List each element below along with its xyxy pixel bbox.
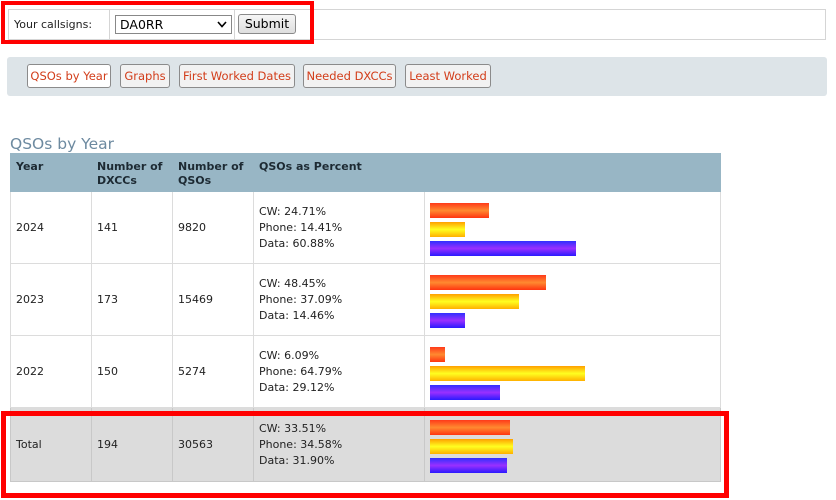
data-bar bbox=[430, 384, 500, 400]
table-row: 2022 150 5274 CW: 6.09% Phone: 64.79% Da… bbox=[10, 335, 721, 408]
cell-year: 2023 bbox=[10, 263, 92, 336]
cell-percent: CW: 24.71% Phone: 14.41% Data: 60.88% bbox=[253, 191, 425, 264]
report-nav: QSOs by Year Graphs First Worked Dates N… bbox=[7, 57, 827, 96]
cw-percent: CW: 6.09% bbox=[259, 348, 320, 362]
cell-bars bbox=[424, 335, 721, 408]
phone-bar bbox=[430, 221, 465, 237]
header-bars bbox=[424, 153, 721, 192]
table-row: 2023 173 15469 CW: 48.45% Phone: 37.09% … bbox=[10, 263, 721, 336]
header-year: Year bbox=[10, 153, 92, 192]
header-percent: QSOs as Percent bbox=[253, 153, 425, 192]
table-row: 2024 141 9820 CW: 24.71% Phone: 14.41% D… bbox=[10, 191, 721, 264]
cell-qsos: 15469 bbox=[172, 263, 254, 336]
percent-bars bbox=[430, 345, 715, 400]
table-header-row: Year Number of DXCCs Number of QSOs QSOs… bbox=[10, 153, 721, 192]
cell-year: 2022 bbox=[10, 335, 92, 408]
phone-percent: Phone: 14.41% bbox=[259, 220, 343, 234]
cell-year: 2024 bbox=[10, 191, 92, 264]
nav-least-worked[interactable]: Least Worked bbox=[405, 64, 491, 88]
cell-bars bbox=[424, 191, 721, 264]
percent-bars bbox=[430, 273, 715, 328]
highlight-box-total-row bbox=[1, 411, 729, 498]
phone-bar bbox=[430, 293, 519, 309]
data-percent: Data: 60.88% bbox=[259, 236, 335, 250]
cell-dxccs: 150 bbox=[91, 335, 173, 408]
cw-bar bbox=[430, 346, 445, 362]
section-title: QSOs by Year bbox=[10, 134, 114, 153]
data-bar bbox=[430, 240, 576, 256]
nav-qsos-by-year[interactable]: QSOs by Year bbox=[27, 64, 111, 88]
data-percent: Data: 14.46% bbox=[259, 308, 335, 322]
cell-bars bbox=[424, 263, 721, 336]
cw-bar bbox=[430, 274, 546, 290]
data-bar bbox=[430, 312, 465, 328]
cell-percent: CW: 6.09% Phone: 64.79% Data: 29.12% bbox=[253, 335, 425, 408]
nav-needed-dxccs[interactable]: Needed DXCCs bbox=[303, 64, 396, 88]
nav-first-worked-dates[interactable]: First Worked Dates bbox=[179, 64, 295, 88]
cell-dxccs: 141 bbox=[91, 191, 173, 264]
cw-percent: CW: 48.45% bbox=[259, 276, 327, 290]
nav-graphs[interactable]: Graphs bbox=[120, 64, 170, 88]
cell-dxccs: 173 bbox=[91, 263, 173, 336]
header-qsos: Number of QSOs bbox=[172, 153, 254, 192]
cw-bar bbox=[430, 202, 489, 218]
highlight-box-callsign-form bbox=[1, 1, 314, 44]
cell-qsos: 5274 bbox=[172, 335, 254, 408]
cell-qsos: 9820 bbox=[172, 191, 254, 264]
header-dxccs: Number of DXCCs bbox=[91, 153, 173, 192]
percent-bars bbox=[430, 201, 715, 256]
cw-percent: CW: 24.71% bbox=[259, 204, 327, 218]
phone-bar bbox=[430, 365, 585, 381]
data-percent: Data: 29.12% bbox=[259, 380, 335, 394]
phone-percent: Phone: 64.79% bbox=[259, 364, 343, 378]
phone-percent: Phone: 37.09% bbox=[259, 292, 343, 306]
cell-percent: CW: 48.45% Phone: 37.09% Data: 14.46% bbox=[253, 263, 425, 336]
